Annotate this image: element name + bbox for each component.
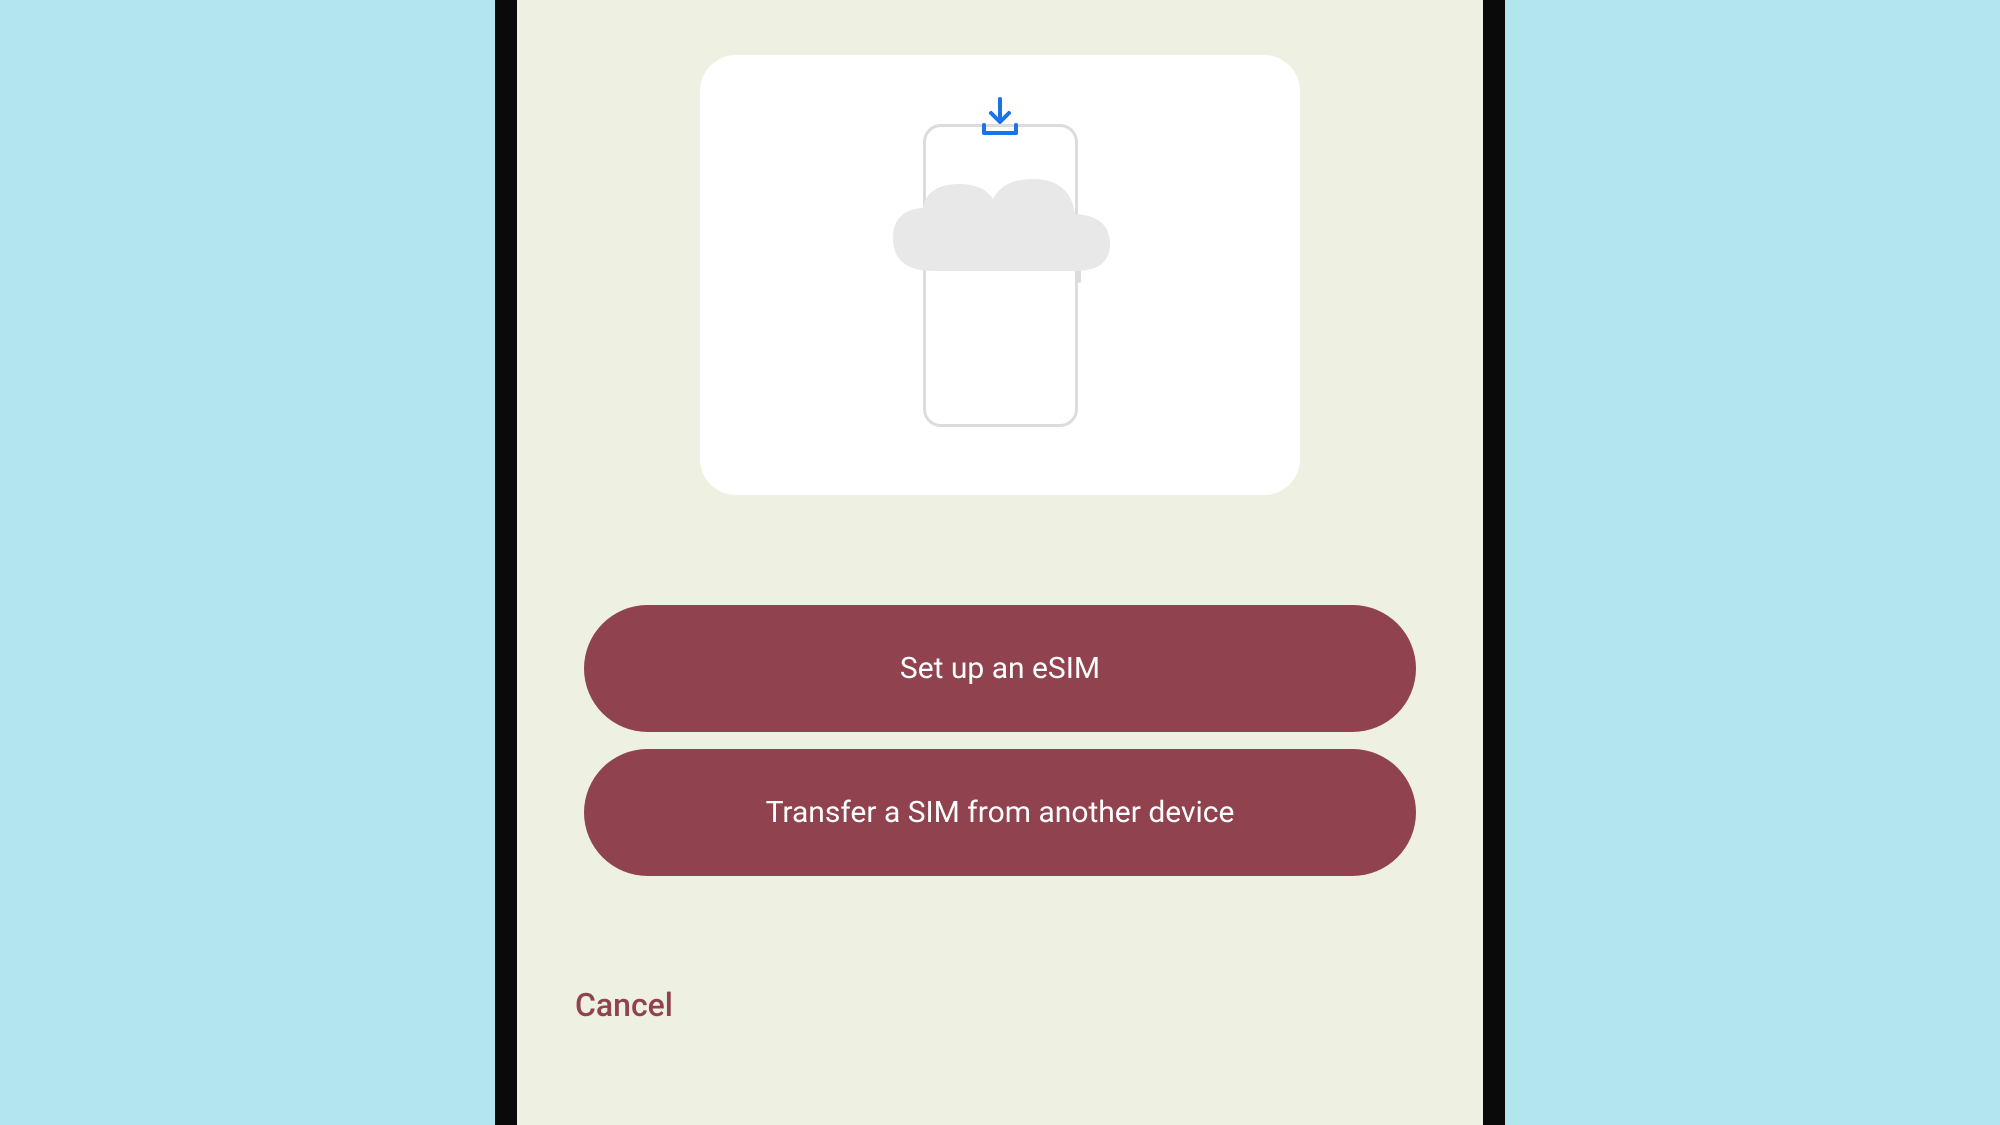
cancel-button[interactable]: Cancel <box>575 986 673 1024</box>
buttons-container: Set up an eSIM Transfer a SIM from anoth… <box>584 605 1416 876</box>
phone-frame: Set up an eSIM Transfer a SIM from anoth… <box>495 0 1505 1125</box>
illustration-card <box>700 55 1300 495</box>
phone-screen: Set up an eSIM Transfer a SIM from anoth… <box>517 0 1483 1125</box>
download-icon <box>978 95 1022 143</box>
cloud-icon <box>875 171 1125 291</box>
setup-esim-button[interactable]: Set up an eSIM <box>584 605 1416 732</box>
transfer-sim-button[interactable]: Transfer a SIM from another device <box>584 749 1416 876</box>
